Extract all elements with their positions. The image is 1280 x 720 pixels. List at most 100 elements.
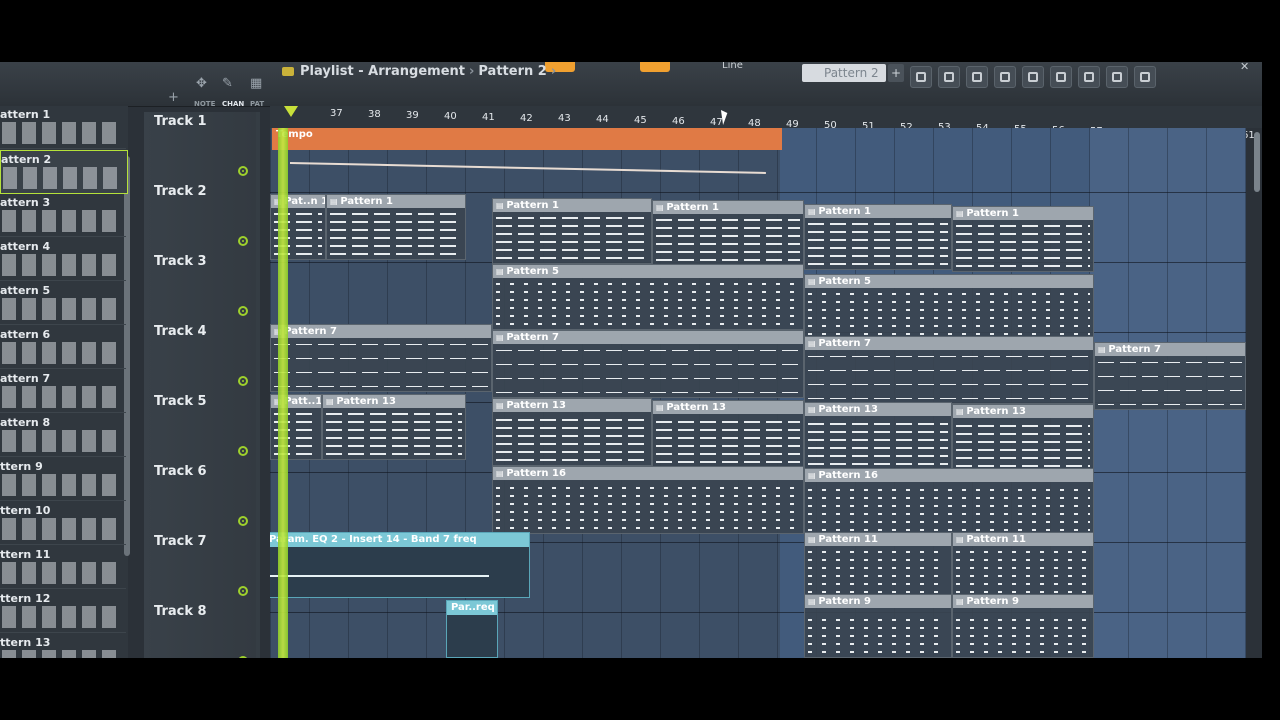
track-name: Track 8 (154, 604, 207, 619)
pattern-clip[interactable]: Pattern 9 (952, 594, 1094, 658)
clip-label: Pattern 16 (805, 469, 1093, 482)
track-enable-led-icon[interactable] (238, 446, 248, 456)
project-icon[interactable] (1050, 66, 1072, 88)
help-icon[interactable] (1134, 66, 1156, 88)
pattern-picker-item[interactable]: ttern 13 (0, 634, 126, 658)
pattern-clip[interactable]: Pattern 7 (804, 336, 1094, 404)
pattern-picker-item[interactable]: attern 4 (0, 238, 126, 281)
pattern-clip[interactable]: Pattern 11 (804, 532, 952, 598)
pattern-clip[interactable]: Pattern 1 (652, 200, 804, 266)
track-header[interactable]: Track 6 (144, 462, 256, 533)
pattern-clip[interactable]: Pattern 7 (492, 330, 804, 398)
ruler-bar-number: 41 (482, 111, 495, 123)
pattern-picker-item[interactable]: attern 5 (0, 282, 126, 325)
record-button[interactable] (640, 62, 670, 72)
track-enable-led-icon[interactable] (238, 376, 248, 386)
pattern-clip[interactable]: Pattern 7 (270, 324, 492, 392)
mixer-icon[interactable] (994, 66, 1016, 88)
track-header[interactable]: Track 2 (144, 182, 256, 253)
ruler-bar-number: 39 (406, 109, 419, 121)
eq-automation-clip[interactable]: Par..req (446, 600, 498, 658)
close-icon[interactable]: ✕ (1240, 62, 1249, 73)
ruler-bar-number: 38 (368, 108, 381, 120)
track-header[interactable]: Track 7 (144, 532, 256, 603)
pattern-clip[interactable]: Pattern 16 (804, 468, 1094, 536)
note-label[interactable]: NOTE (194, 100, 215, 108)
track-enable-led-icon[interactable] (238, 306, 248, 316)
pattern-picker-label: attern 6 (0, 328, 51, 341)
browser-icon[interactable] (1022, 66, 1044, 88)
add-pattern-button[interactable]: + (888, 64, 904, 82)
playhead-marker[interactable] (284, 106, 298, 117)
pattern-clip[interactable]: Pattern 5 (804, 274, 1094, 340)
pattern-picker-item[interactable]: attern 7 (0, 370, 126, 413)
pattern-clip[interactable]: Pattern 1 (952, 206, 1094, 272)
add-track-icon[interactable]: + (168, 90, 179, 105)
clip-notes (808, 355, 1090, 399)
pencil-icon[interactable]: ✎ (222, 76, 233, 91)
track-enable-led-icon[interactable] (238, 516, 248, 526)
eq-automation-clip[interactable]: Param. EQ 2 - Insert 14 - Band 7 freq (270, 532, 530, 598)
touch-icon[interactable] (1106, 66, 1128, 88)
pattern-clip[interactable]: Pattern 13 (652, 400, 804, 468)
track-enable-led-icon[interactable] (238, 586, 248, 596)
pattern-clip[interactable]: Pattern 11 (952, 532, 1094, 598)
tempo-automation-clip[interactable]: Tempo (272, 128, 782, 150)
timeline-ruler[interactable]: 3738394041424344454647484950515253545556… (270, 106, 1262, 141)
pattern-clip[interactable]: Pattern 9 (804, 594, 952, 658)
pattern-clip[interactable]: Pattern 1 (804, 204, 952, 270)
move-icon[interactable]: ✥ (196, 76, 207, 91)
pattern-clip[interactable]: Pattern 13 (492, 398, 652, 466)
track-header[interactable]: Track 1 (144, 112, 256, 183)
pattern-preview (2, 386, 122, 408)
track-header[interactable]: Track 4 (144, 322, 256, 393)
snap-selector[interactable]: Line (722, 62, 743, 71)
channel-rack-icon[interactable] (966, 66, 988, 88)
pattern-clip[interactable]: Pattern 16 (492, 466, 804, 534)
clip-notes (956, 551, 1090, 593)
piano-roll-icon[interactable] (938, 66, 960, 88)
pattern-clip[interactable]: Pattern 5 (492, 264, 804, 330)
pattern-preview (2, 474, 122, 496)
chan-label[interactable]: CHAN (222, 100, 244, 108)
pat-label[interactable]: PAT (250, 100, 264, 108)
pattern-clip[interactable]: Pattern 13 (804, 402, 952, 470)
pattern-selector[interactable]: Pattern 2 (802, 64, 886, 82)
pattern-picker-item[interactable]: ttern 10 (0, 502, 126, 545)
pattern-picker-item[interactable]: attern 8 (0, 414, 126, 457)
clip-notes (956, 423, 1090, 467)
track-name: Track 6 (154, 464, 207, 479)
pattern-clip[interactable]: Pattern 13 (322, 394, 466, 460)
playlist-grid[interactable]: Tempo Pat..n 1 Pattern 1 Pattern 1 Patte… (270, 128, 1246, 658)
pattern-picker-item[interactable]: ttern 12 (0, 590, 126, 633)
pattern-clip[interactable]: Pattern 13 (952, 404, 1094, 472)
track-header-column: Track 1 Track 2 Track 3 Track 4 Track 5 Track… (144, 112, 260, 658)
clip-notes (956, 225, 1090, 267)
clip-notes (496, 417, 648, 461)
track-header[interactable]: Track 5 (144, 392, 256, 463)
pattern-picker-item[interactable]: attern 1 (0, 106, 126, 149)
track-divider (270, 192, 1246, 193)
track-header[interactable]: Track 3 (144, 252, 256, 323)
ruler-bar-number: 37 (330, 108, 343, 119)
pattern-picker-item[interactable]: attern 6 (0, 326, 126, 369)
pattern-picker-item[interactable]: ttern 11 (0, 546, 126, 589)
pattern-picker-item[interactable]: attern 2 (0, 150, 128, 194)
pattern-picker-item[interactable]: attern 3 (0, 194, 126, 237)
track-header[interactable]: Track 8 (144, 602, 256, 658)
pattern-clip[interactable]: Pattern 1 (326, 194, 466, 260)
pattern-picker-item[interactable]: ttern 9 (0, 458, 126, 501)
track-enable-led-icon[interactable] (238, 656, 248, 658)
vertical-scrollbar[interactable] (1254, 132, 1260, 192)
track-enable-led-icon[interactable] (238, 166, 248, 176)
playlist-tool-icon[interactable] (910, 66, 932, 88)
pattern-picker-label: ttern 11 (0, 548, 51, 561)
plugin-icon[interactable] (1078, 66, 1100, 88)
clip-notes (656, 419, 800, 463)
track-enable-led-icon[interactable] (238, 236, 248, 246)
clip-notes (496, 217, 648, 259)
pattern-clip[interactable]: Pattern 1 (492, 198, 652, 264)
pattern-clip[interactable]: Pattern 7 (1094, 342, 1246, 410)
breadcrumb-pattern[interactable]: Pattern 2 (478, 64, 546, 79)
pattern-grid-icon[interactable]: ▦ (250, 76, 262, 91)
